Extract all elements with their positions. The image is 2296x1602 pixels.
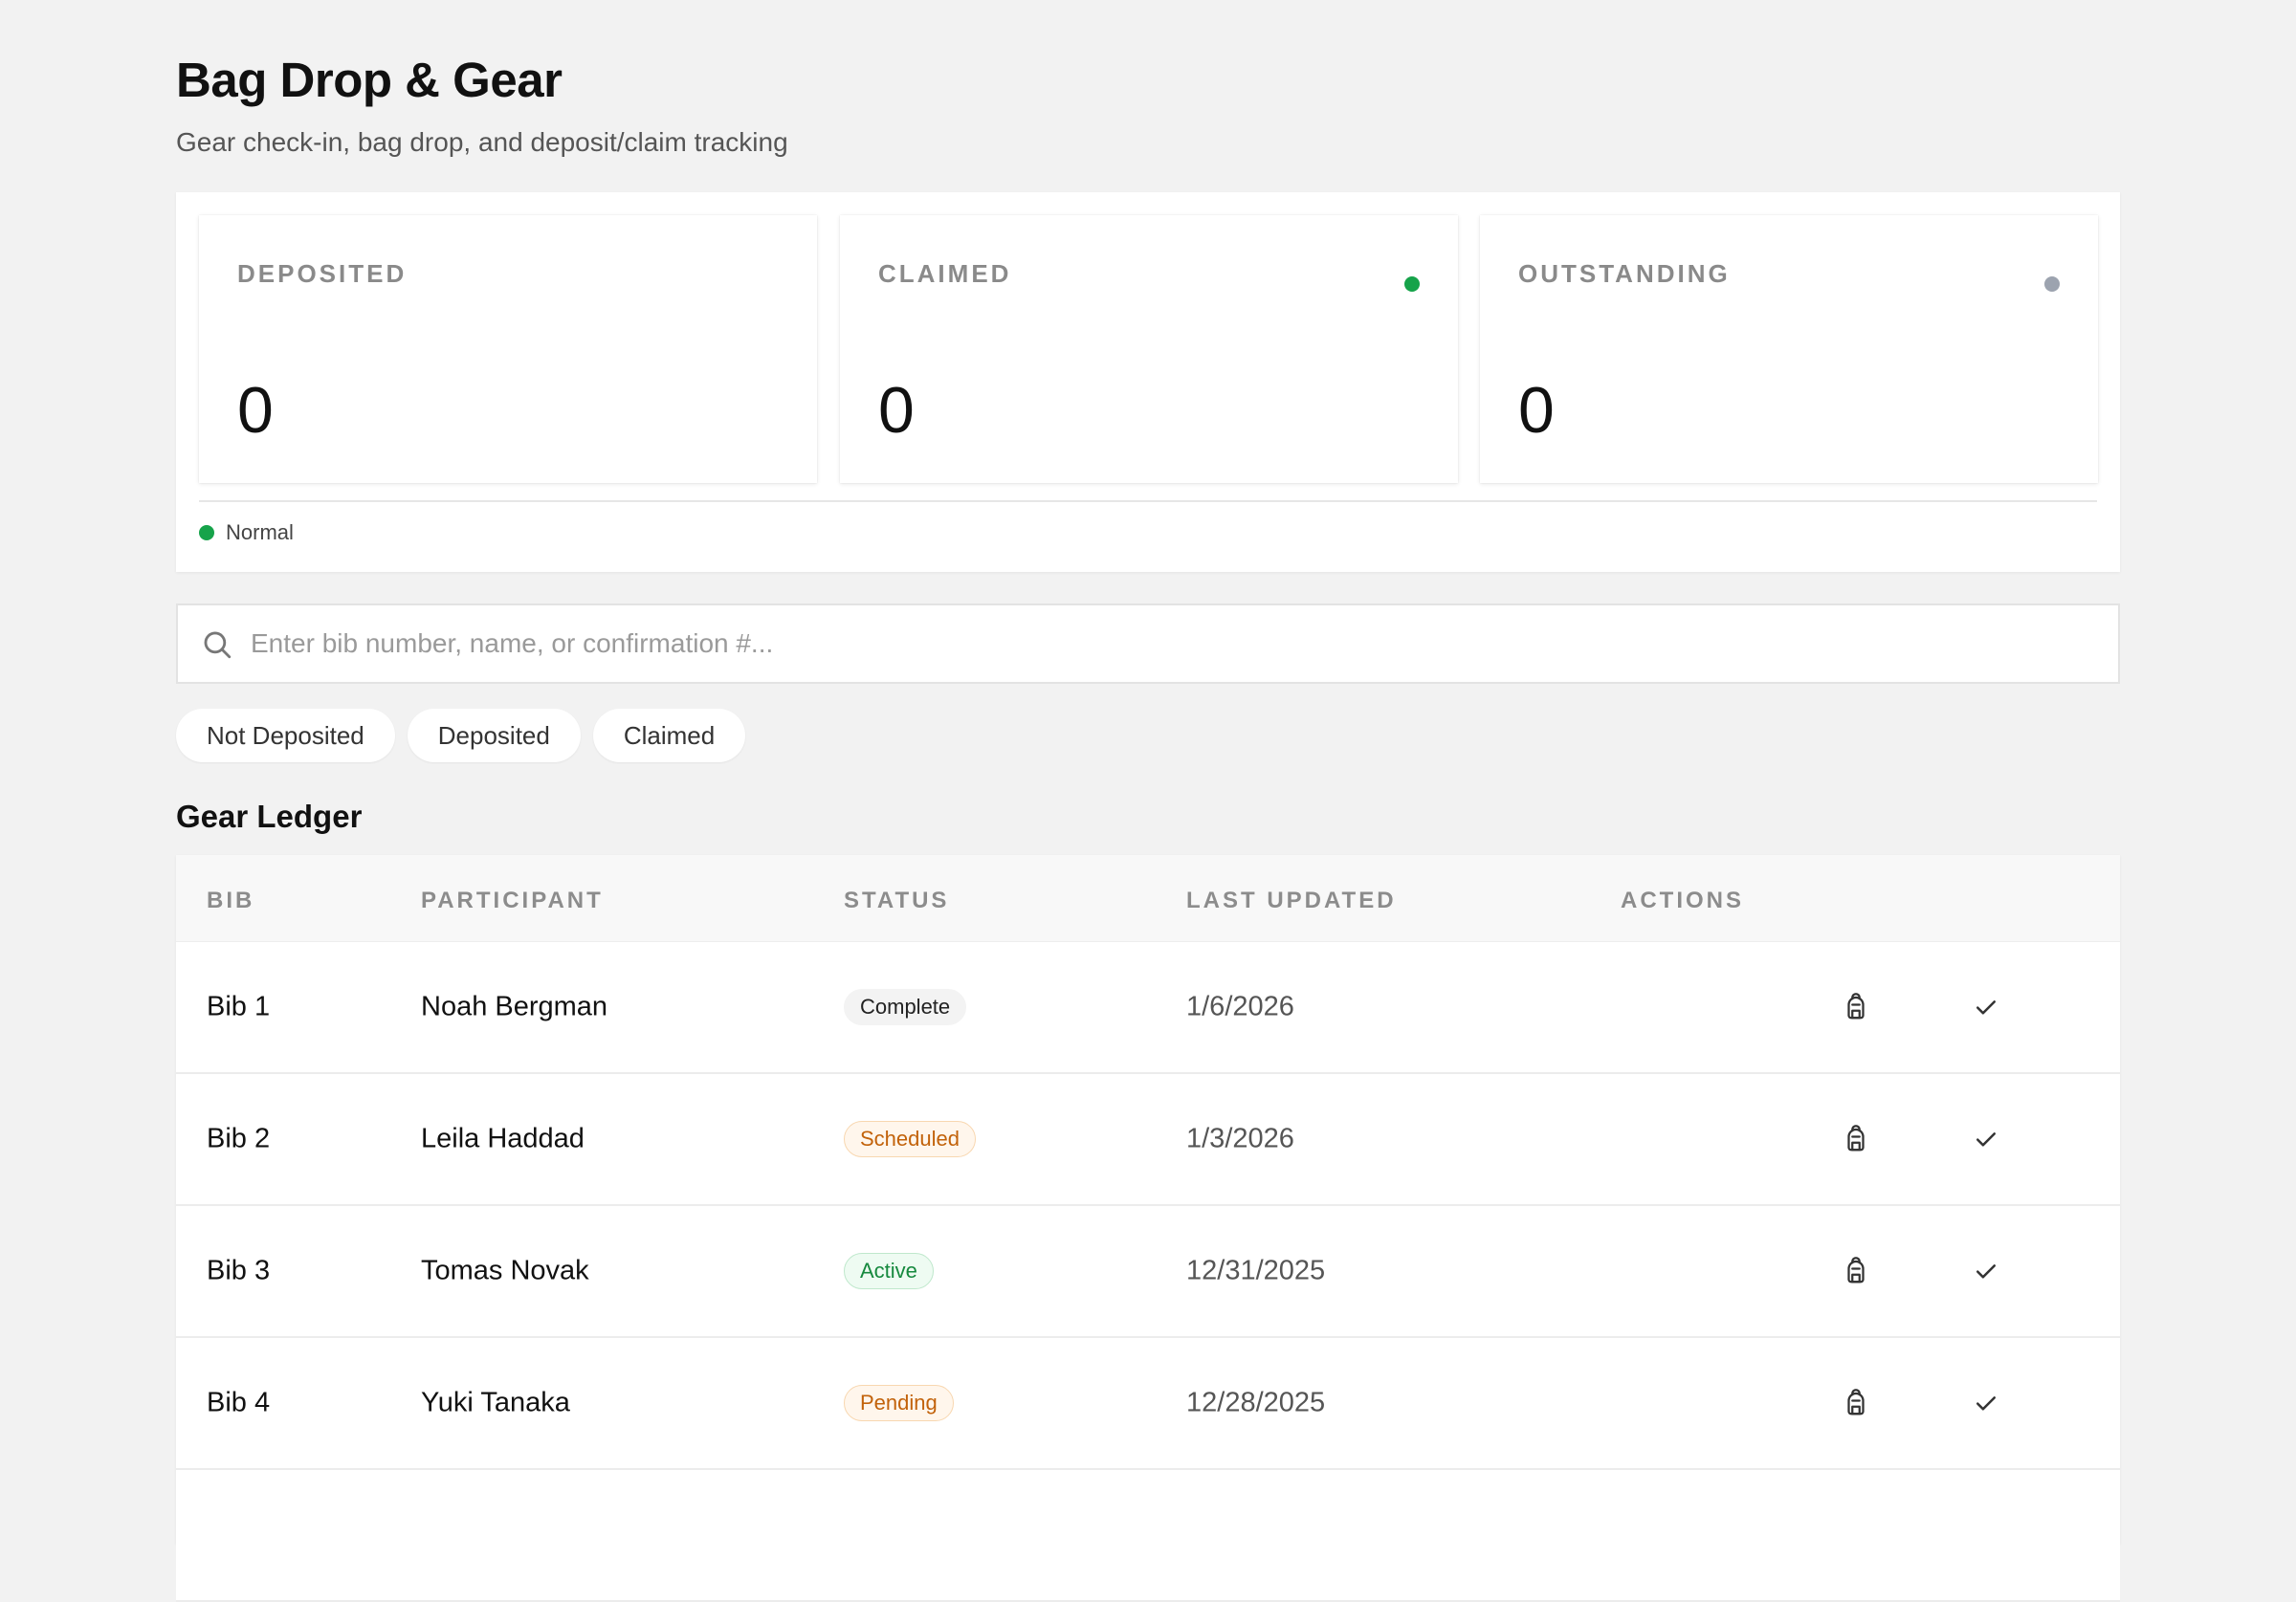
column-header-participant[interactable]: PARTICIPANT — [421, 888, 604, 914]
stat-card-deposited: DEPOSITED 0 — [199, 215, 817, 483]
status-dot-icon — [1404, 276, 1420, 292]
check-icon — [1972, 1389, 2000, 1417]
status-filters: Not Deposited Deposited Claimed — [176, 709, 746, 762]
filter-not-deposited[interactable]: Not Deposited — [176, 709, 395, 762]
search-bar — [176, 603, 2120, 684]
stat-label: CLAIMED — [878, 259, 1012, 288]
stat-value: 0 — [1518, 374, 1555, 447]
last-updated-cell: 12/31/2025 — [1186, 1255, 1326, 1286]
last-updated-cell: 12/28/2025 — [1186, 1387, 1326, 1418]
legend-dot-icon — [199, 525, 214, 540]
participant-cell: Yuki Tanaka — [421, 1387, 570, 1418]
table-row[interactable]: Bib 2 Leila Haddad Scheduled 1/3/2026 — [176, 1074, 2120, 1206]
stat-value: 0 — [237, 374, 274, 447]
mark-claimed-button[interactable] — [1965, 1250, 2007, 1292]
column-header-bib[interactable]: BIB — [207, 888, 254, 914]
status-legend: Normal — [199, 520, 294, 545]
table-row[interactable]: Bib 1 Noah Bergman Complete 1/6/2026 — [176, 942, 2120, 1074]
status-badge: Active — [844, 1253, 934, 1289]
divider — [199, 500, 2097, 502]
mark-claimed-button[interactable] — [1965, 986, 2007, 1028]
column-header-status[interactable]: STATUS — [844, 888, 949, 914]
table-row[interactable] — [176, 1470, 2120, 1602]
participant-cell: Leila Haddad — [421, 1123, 585, 1154]
bag-drop-button[interactable] — [1835, 1118, 1877, 1160]
status-badge: Scheduled — [844, 1121, 976, 1157]
bib-cell: Bib 4 — [207, 1387, 271, 1418]
table-row[interactable]: Bib 4 Yuki Tanaka Pending 12/28/2025 — [176, 1338, 2120, 1470]
status-dot-icon — [2044, 276, 2060, 292]
mark-claimed-button[interactable] — [1965, 1118, 2007, 1160]
bib-cell: Bib 1 — [207, 991, 271, 1022]
table-row[interactable]: Bib 3 Tomas Novak Active 12/31/2025 — [176, 1206, 2120, 1338]
check-icon — [1972, 993, 2000, 1021]
bib-cell: Bib 3 — [207, 1255, 271, 1286]
stat-card-outstanding: OUTSTANDING 0 — [1480, 215, 2098, 483]
backpack-icon — [1842, 1389, 1870, 1417]
stat-value: 0 — [878, 374, 915, 447]
check-icon — [1972, 1125, 2000, 1153]
gear-ledger-table: BIB PARTICIPANT STATUS LAST UPDATED ACTI… — [176, 855, 2120, 1602]
filter-deposited[interactable]: Deposited — [407, 709, 581, 762]
table-header: BIB PARTICIPANT STATUS LAST UPDATED ACTI… — [176, 855, 2120, 942]
bag-drop-button[interactable] — [1835, 1250, 1877, 1292]
search-icon — [204, 631, 232, 659]
legend-label: Normal — [226, 520, 294, 544]
bag-drop-button[interactable] — [1835, 986, 1877, 1028]
bib-cell: Bib 2 — [207, 1123, 271, 1154]
column-header-actions: ACTIONS — [1621, 888, 1744, 913]
backpack-icon — [1842, 993, 1870, 1021]
backpack-icon — [1842, 1257, 1870, 1285]
check-icon — [1972, 1257, 2000, 1285]
search-input[interactable] — [251, 605, 2068, 682]
stat-label: OUTSTANDING — [1518, 259, 1731, 288]
page-title: Bag Drop & Gear — [176, 53, 563, 107]
bag-drop-button[interactable] — [1835, 1382, 1877, 1424]
filter-claimed[interactable]: Claimed — [592, 709, 746, 762]
mark-claimed-button[interactable] — [1965, 1382, 2007, 1424]
stat-label: DEPOSITED — [237, 259, 408, 288]
last-updated-cell: 1/3/2026 — [1186, 1123, 1294, 1154]
participant-cell: Tomas Novak — [421, 1255, 589, 1286]
page-subtitle: Gear check-in, bag drop, and deposit/cla… — [176, 127, 788, 157]
section-title: Gear Ledger — [176, 799, 363, 834]
status-badge: Pending — [844, 1385, 954, 1421]
backpack-icon — [1842, 1125, 1870, 1153]
stats-panel: DEPOSITED 0 CLAIMED 0 OUTSTANDING 0 Norm… — [176, 192, 2120, 572]
participant-cell: Noah Bergman — [421, 991, 608, 1022]
column-header-last-updated[interactable]: LAST UPDATED — [1186, 888, 1397, 914]
stat-card-claimed: CLAIMED 0 — [840, 215, 1458, 483]
last-updated-cell: 1/6/2026 — [1186, 991, 1294, 1022]
status-badge: Complete — [844, 989, 967, 1025]
